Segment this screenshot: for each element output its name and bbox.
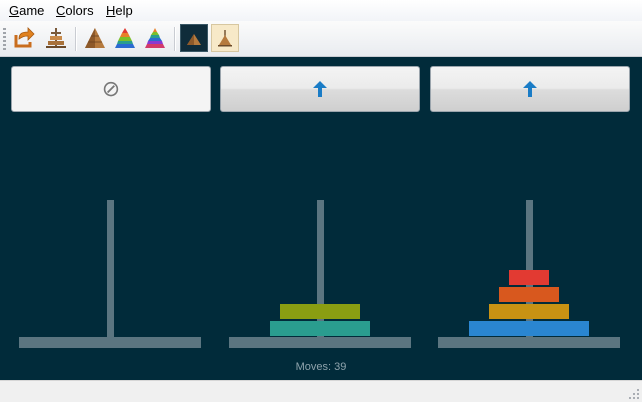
peg-1-pole: [107, 200, 114, 337]
add-disk-button[interactable]: [42, 24, 70, 52]
peg-1-base: [19, 337, 201, 348]
disk: [489, 304, 569, 319]
peg-1-move-button[interactable]: ⊘: [11, 66, 211, 112]
disk: [280, 304, 360, 319]
peg-3-base: [438, 337, 620, 348]
menu-bar: Game Colors Help: [0, 0, 642, 21]
toolbar: [0, 21, 642, 57]
moves-counter: Moves: 39: [295, 361, 347, 373]
toolbar-grip: [3, 28, 6, 50]
add-disk-icon: [46, 28, 66, 48]
rainbow-pyramid-button[interactable]: [141, 24, 169, 52]
light-theme-button[interactable]: [211, 24, 239, 52]
disk: [509, 270, 549, 285]
dark-theme-button[interactable]: [180, 24, 208, 52]
disk: [270, 321, 370, 336]
no-entry-icon: ⊘: [101, 76, 121, 101]
menu-game[interactable]: Game: [9, 3, 44, 18]
rainbow-pyramid-icon: [145, 28, 165, 48]
dark-theme-icon: [187, 34, 201, 45]
peg-2-base: [229, 337, 411, 348]
game-board: ⊘ Moves: 39: [0, 57, 642, 380]
brown-pyramid-button[interactable]: [81, 24, 109, 52]
light-theme-icon: [218, 30, 232, 47]
resize-grip-icon[interactable]: [628, 388, 640, 400]
brown-pyramid-icon: [85, 28, 105, 48]
arrow-up-icon: [313, 81, 327, 97]
menu-colors[interactable]: Colors: [56, 3, 94, 18]
disk: [499, 287, 559, 302]
toolbar-separator: [174, 27, 175, 51]
undo-icon: [14, 27, 35, 48]
status-bar: [0, 380, 642, 402]
disk: [469, 321, 589, 336]
blue-rainbow-pyramid-button[interactable]: [111, 24, 139, 52]
arrow-up-icon: [523, 81, 537, 97]
peg-3-move-button[interactable]: [430, 66, 630, 112]
peg-2-move-button[interactable]: [220, 66, 420, 112]
undo-button[interactable]: [10, 24, 38, 52]
menu-help[interactable]: Help: [106, 3, 133, 18]
toolbar-separator: [75, 27, 76, 51]
blue-rainbow-pyramid-icon: [115, 28, 135, 48]
